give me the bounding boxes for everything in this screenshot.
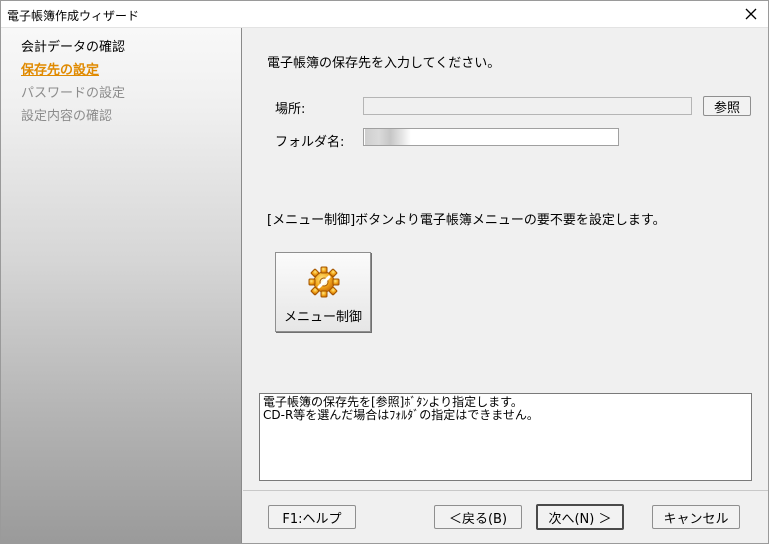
location-input bbox=[363, 97, 692, 115]
wizard-window: 電子帳簿作成ウィザード 会計データの確認 保存先の設定 パスワードの設定 設定内… bbox=[0, 0, 769, 544]
location-label: 場所: bbox=[275, 102, 306, 117]
menu-control-button[interactable]: メニュー制御 bbox=[275, 252, 371, 332]
cancel-button[interactable]: キャンセル bbox=[652, 505, 740, 529]
help-text-box: 電子帳簿の保存先を[参照]ﾎﾞﾀﾝより指定します。 CD-R等を選んだ場合はﾌｫ… bbox=[259, 393, 752, 481]
step-settings-review: 設定内容の確認 bbox=[21, 109, 113, 124]
footer-separator bbox=[243, 490, 768, 491]
window-title: 電子帳簿作成ウィザード bbox=[7, 9, 140, 23]
next-button[interactable]: 次へ(N) ＞ bbox=[536, 504, 624, 530]
close-button[interactable] bbox=[734, 1, 768, 27]
step-save-destination: 保存先の設定 bbox=[21, 63, 100, 78]
close-icon bbox=[745, 8, 757, 20]
help-line: CD-R等を選んだ場合はﾌｫﾙﾀﾞの指定はできません。 bbox=[263, 408, 539, 422]
step-account-data-check: 会計データの確認 bbox=[21, 40, 126, 55]
back-button[interactable]: ＜戻る(B) bbox=[434, 505, 522, 529]
help-button[interactable]: F1:ヘルプ bbox=[268, 505, 356, 529]
instruction-text: 電子帳簿の保存先を入力してください。 bbox=[267, 56, 501, 71]
folder-name-label: フォルダ名: bbox=[275, 135, 345, 150]
wizard-step-sidebar: 会計データの確認 保存先の設定 パスワードの設定 設定内容の確認 bbox=[1, 28, 242, 543]
gear-icon bbox=[308, 266, 340, 298]
browse-button[interactable]: 参照 bbox=[703, 96, 751, 116]
menu-control-note: [メニュー制御]ボタンより電子帳簿メニューの要不要を設定します。 bbox=[267, 213, 666, 228]
wizard-content: 電子帳簿の保存先を入力してください。 場所: 参照 フォルダ名: [メニュー制御… bbox=[243, 28, 768, 543]
folder-name-redacted-value bbox=[365, 129, 411, 145]
step-password-setting: パスワードの設定 bbox=[21, 86, 126, 101]
title-bar: 電子帳簿作成ウィザード bbox=[1, 1, 768, 28]
menu-control-label: メニュー制御 bbox=[283, 310, 362, 325]
